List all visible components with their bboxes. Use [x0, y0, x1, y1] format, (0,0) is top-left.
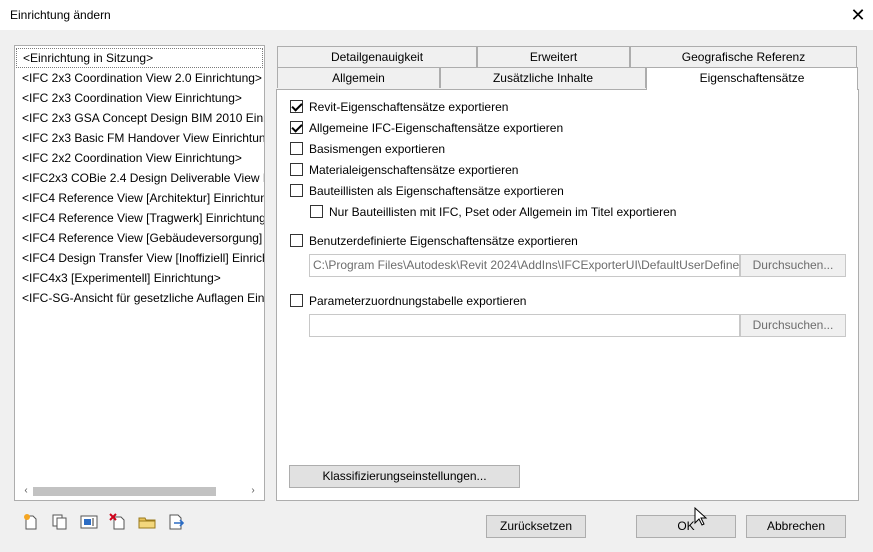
- user-defined-browse-button[interactable]: Durchsuchen...: [740, 254, 846, 277]
- base-quantities-checkbox[interactable]: [290, 142, 303, 155]
- schedules-as-psets-label: Bauteillisten als Eigenschaftensätze exp…: [309, 184, 564, 198]
- tab-geografische-referenz[interactable]: Geografische Referenz: [630, 46, 857, 67]
- tab-eigenschaftensaetze[interactable]: Eigenschaftensätze: [646, 67, 858, 90]
- config-item[interactable]: <IFC 2x3 GSA Concept Design BIM 2010 Ein…: [15, 108, 264, 128]
- material-psets-label: Materialeigenschaftensätze exportieren: [309, 163, 519, 177]
- config-item[interactable]: <IFC 2x2 Coordination View Einrichtung>: [15, 148, 264, 168]
- rename-config-icon[interactable]: [80, 513, 98, 531]
- ok-button[interactable]: OK: [636, 515, 736, 538]
- revit-psets-label: Revit-Eigenschaftensätze exportieren: [309, 100, 509, 114]
- config-item[interactable]: <IFC 2x3 Coordination View Einrichtung>: [15, 88, 264, 108]
- schedules-filtered-checkbox[interactable]: [310, 205, 323, 218]
- import-config-icon[interactable]: [138, 513, 156, 531]
- configuration-list: <Einrichtung in Sitzung> <IFC 2x3 Coordi…: [15, 46, 264, 308]
- param-mapping-checkbox[interactable]: [290, 294, 303, 307]
- schedules-filtered-label: Nur Bauteillisten mit IFC, Pset oder All…: [329, 205, 677, 219]
- material-psets-checkbox[interactable]: [290, 163, 303, 176]
- user-defined-psets-checkbox[interactable]: [290, 234, 303, 247]
- config-item[interactable]: <IFC4 Reference View [Tragwerk] Einricht…: [15, 208, 264, 228]
- base-quantities-label: Basismengen exportieren: [309, 142, 446, 156]
- reset-button[interactable]: Zurücksetzen: [486, 515, 586, 538]
- close-icon[interactable]: ✕: [843, 0, 873, 30]
- window-title: Einrichtung ändern: [10, 8, 111, 22]
- scroll-right-icon[interactable]: ›: [246, 484, 260, 498]
- config-item[interactable]: <IFC4x3 [Experimentell] Einrichtung>: [15, 268, 264, 288]
- config-item[interactable]: <IFC 2x3 Basic FM Handover View Einricht…: [15, 128, 264, 148]
- config-item[interactable]: <IFC4 Design Transfer View [Inoffiziell]…: [15, 248, 264, 268]
- param-mapping-path-field[interactable]: [309, 314, 740, 337]
- ifc-common-psets-checkbox[interactable]: [290, 121, 303, 134]
- delete-config-icon[interactable]: [109, 513, 127, 531]
- config-item[interactable]: <IFC4 Reference View [Architektur] Einri…: [15, 188, 264, 208]
- config-item[interactable]: <IFC2x3 COBie 2.4 Design Deliverable Vie…: [15, 168, 264, 188]
- horizontal-scrollbar[interactable]: ‹ ›: [16, 482, 263, 499]
- export-config-icon[interactable]: [167, 513, 185, 531]
- scroll-left-icon[interactable]: ‹: [19, 484, 33, 498]
- schedules-as-psets-checkbox[interactable]: [290, 184, 303, 197]
- user-defined-psets-path-field[interactable]: C:\Program Files\Autodesk\Revit 2024\Add…: [309, 254, 740, 277]
- duplicate-config-icon[interactable]: [51, 513, 69, 531]
- configuration-list-box[interactable]: <Einrichtung in Sitzung> <IFC 2x3 Coordi…: [14, 45, 265, 501]
- user-defined-psets-label: Benutzerdefinierte Eigenschaftensätze ex…: [309, 234, 578, 248]
- config-item[interactable]: <IFC-SG-Ansicht für gesetzliche Auflagen…: [15, 288, 264, 308]
- title-bar: Einrichtung ändern ✕: [0, 0, 873, 30]
- param-mapping-label: Parameterzuordnungstabelle exportieren: [309, 294, 527, 308]
- revit-psets-checkbox[interactable]: [290, 100, 303, 113]
- scrollbar-thumb[interactable]: [33, 487, 216, 496]
- config-item[interactable]: <IFC4 Reference View [Gebäudeversorgung]…: [15, 228, 264, 248]
- configuration-toolbar: [22, 513, 196, 531]
- classification-settings-button[interactable]: Klassifizierungseinstellungen...: [289, 465, 520, 488]
- new-config-icon[interactable]: [22, 513, 40, 531]
- property-sets-panel: Revit-Eigenschaftensätze exportieren All…: [276, 89, 859, 501]
- tab-allgemein[interactable]: Allgemein: [277, 67, 440, 88]
- param-mapping-browse-button[interactable]: Durchsuchen...: [740, 314, 846, 337]
- config-item-session[interactable]: <Einrichtung in Sitzung>: [16, 48, 263, 68]
- tab-detailgenauigkeit[interactable]: Detailgenauigkeit: [277, 46, 477, 67]
- ifc-common-psets-label: Allgemeine IFC-Eigenschaftensätze export…: [309, 121, 564, 135]
- mouse-cursor-icon: [694, 507, 708, 526]
- tab-zusaetzliche-inhalte[interactable]: Zusätzliche Inhalte: [440, 67, 646, 88]
- config-item[interactable]: <IFC 2x3 Coordination View 2.0 Einrichtu…: [15, 68, 264, 88]
- tab-erweitert[interactable]: Erweitert: [477, 46, 630, 67]
- cancel-button[interactable]: Abbrechen: [746, 515, 846, 538]
